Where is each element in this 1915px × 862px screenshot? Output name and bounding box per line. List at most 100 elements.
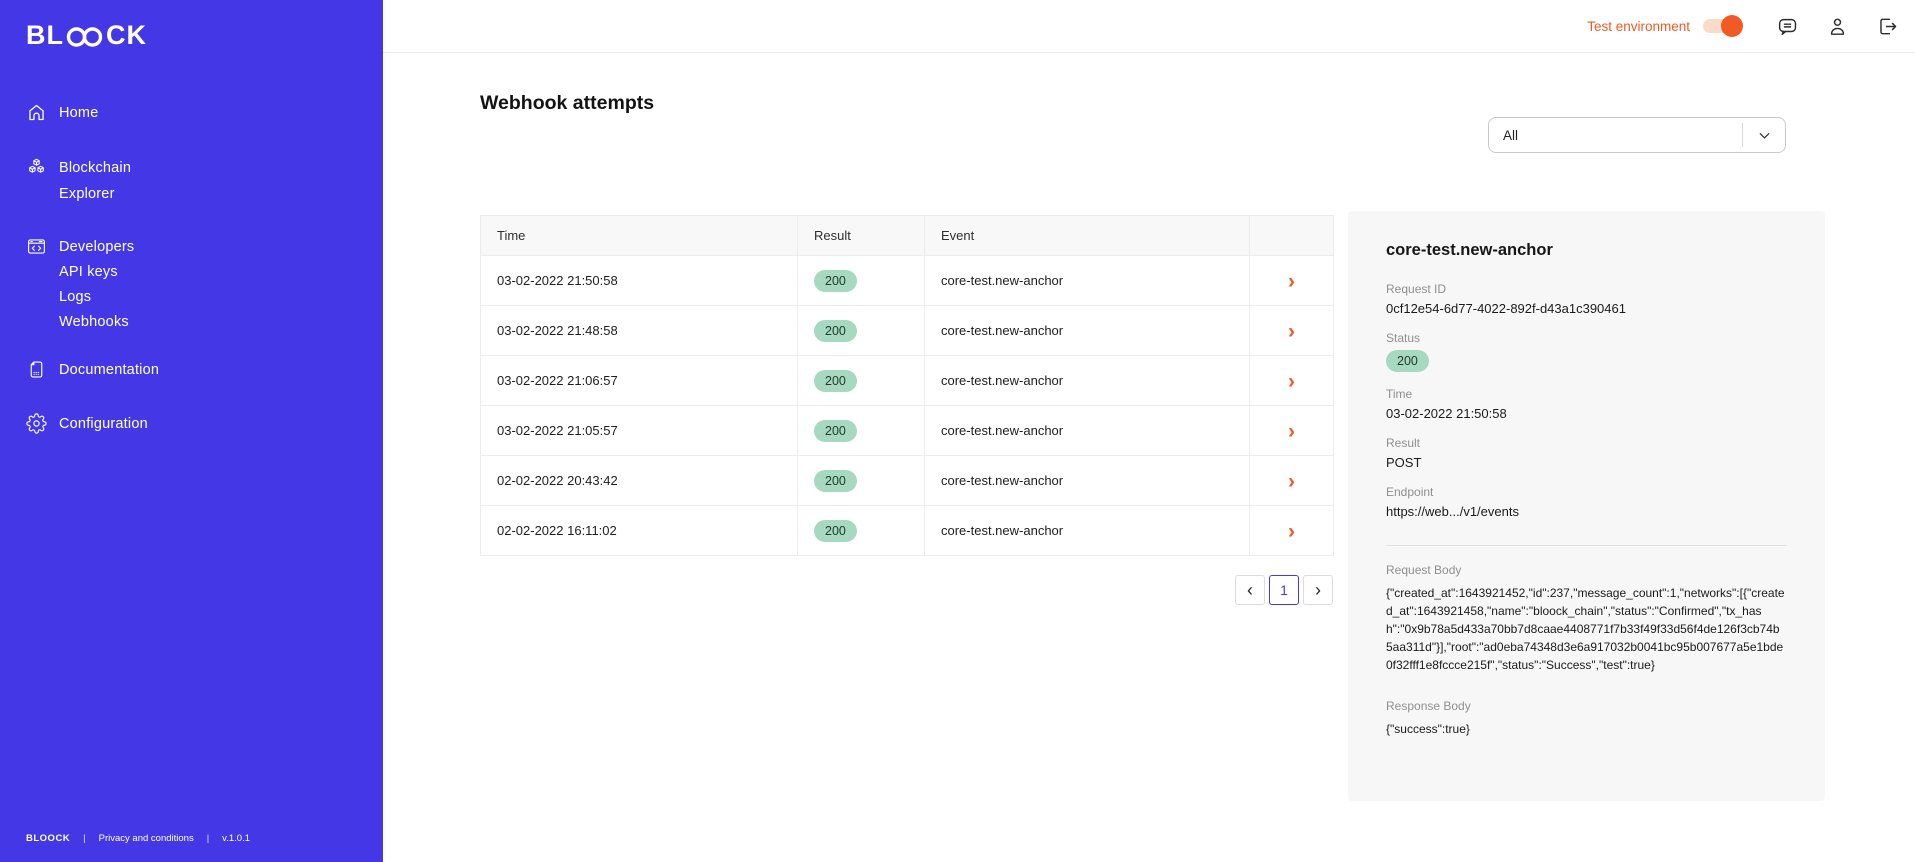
- table-row[interactable]: 02-02-2022 16:11:02 200 core-test.new-an…: [480, 505, 1334, 556]
- field-label: Request Body: [1386, 563, 1462, 577]
- result-cell: 200: [797, 305, 925, 356]
- time-field: Time 03-02-2022 21:50:58: [1386, 387, 1787, 421]
- next-page-button[interactable]: ›: [1303, 575, 1333, 605]
- sidebar-item-label: Configuration: [59, 416, 148, 432]
- sidebar-item-label: Documentation: [59, 362, 160, 378]
- field-label: Time: [1386, 387, 1413, 401]
- row-open-chevron-icon[interactable]: ›: [1288, 321, 1295, 342]
- request-id-value: 0cf12e54-6d77-4022-892f-d43a1c390461: [1386, 301, 1626, 316]
- request-body-value: {"created_at":1643921452,"id":237,"messa…: [1386, 586, 1785, 672]
- documentation-icon: [30, 361, 43, 378]
- event-cell: core-test.new-anchor: [924, 255, 1250, 306]
- result-field: Result POST: [1386, 436, 1787, 470]
- event-cell: core-test.new-anchor: [924, 305, 1250, 356]
- table-row[interactable]: 02-02-2022 20:43:42 200 core-test.new-an…: [480, 455, 1334, 506]
- panel-divider: [1386, 545, 1787, 546]
- footer-brand: BLOOCK: [26, 833, 71, 844]
- status-badge: 200: [814, 319, 857, 342]
- event-filter-select[interactable]: All: [1488, 117, 1786, 153]
- sidebar: BL CK Home Blockchain Explorer Developer…: [0, 0, 383, 862]
- gear-icon: [26, 413, 47, 434]
- sidebar-item-label: Home: [59, 105, 99, 121]
- app-version: v.1.0.1: [222, 833, 250, 844]
- time-cell: 02-02-2022 16:11:02: [480, 505, 798, 556]
- chevron-down-icon: [1759, 132, 1769, 139]
- field-label: Result: [1386, 436, 1421, 450]
- sidebar-item-label: Blockchain Explorer: [59, 160, 132, 202]
- sidebar-item-api-keys[interactable]: API keys: [59, 260, 367, 285]
- field-label: Status: [1386, 331, 1421, 345]
- status-badge: 200: [814, 469, 857, 492]
- logout-icon[interactable]: [1876, 15, 1899, 38]
- status-badge: 200: [814, 419, 857, 442]
- status-badge: 200: [814, 269, 857, 292]
- row-open-chevron-icon[interactable]: ›: [1288, 271, 1295, 292]
- topbar: Test environment: [383, 0, 1915, 53]
- time-cell: 03-02-2022 21:05:57: [480, 405, 798, 456]
- sidebar-item-logs[interactable]: Logs: [59, 285, 367, 310]
- response-body-value: {"success":true}: [1386, 722, 1470, 736]
- table-row[interactable]: 03-02-2022 21:50:58 200 core-test.new-an…: [480, 255, 1334, 306]
- sidebar-item-webhooks[interactable]: Webhooks: [59, 310, 367, 335]
- footer-separator: |: [83, 833, 86, 844]
- chat-icon[interactable]: [1776, 15, 1799, 38]
- request-body-section: Request Body {"created_at":1643921452,"i…: [1386, 563, 1787, 674]
- developers-submenu: API keys Logs Webhooks: [59, 260, 367, 335]
- detail-title: core-test.new-anchor: [1386, 241, 1553, 259]
- previous-page-button[interactable]: ‹: [1235, 575, 1265, 605]
- sidebar-item-blockchain-explorer[interactable]: Blockchain Explorer: [26, 155, 367, 207]
- environment-switch-group: Test environment: [1587, 15, 1743, 37]
- event-cell: core-test.new-anchor: [924, 355, 1250, 406]
- endpoint-value: https://web.../v1/events: [1386, 504, 1519, 519]
- event-cell: core-test.new-anchor: [924, 405, 1250, 456]
- status-badge: 200: [814, 519, 857, 542]
- environment-label: Test environment: [1587, 18, 1690, 34]
- sidebar-item-documentation[interactable]: Documentation: [26, 357, 367, 383]
- request-id-field: Request ID 0cf12e54-6d77-4022-892f-d43a1…: [1386, 282, 1787, 316]
- webhook-attempts-table: Time Result Event 03-02-2022 21:50:58 20…: [480, 215, 1334, 556]
- logo-text-prefix: BL: [26, 20, 64, 50]
- logo-infinity-icon: [66, 27, 103, 47]
- logo-text-suffix: CK: [106, 20, 147, 50]
- sidebar-footer: BLOOCK | Privacy and conditions | v.1.0.…: [26, 833, 250, 844]
- developers-icon: [28, 239, 45, 254]
- row-open-chevron-icon[interactable]: ›: [1288, 471, 1295, 492]
- column-header-action: [1249, 215, 1334, 256]
- environment-toggle[interactable]: [1703, 15, 1743, 37]
- webhook-detail-panel: core-test.new-anchor Request ID 0cf12e54…: [1348, 211, 1825, 801]
- sidebar-group-developers: Developers API keys Logs Webhooks: [26, 234, 367, 335]
- table-row[interactable]: 03-02-2022 21:48:58 200 core-test.new-an…: [480, 305, 1334, 356]
- table-row[interactable]: 03-02-2022 21:06:57 200 core-test.new-an…: [480, 355, 1334, 406]
- time-value: 03-02-2022 21:50:58: [1386, 406, 1507, 421]
- time-cell: 03-02-2022 21:06:57: [480, 355, 798, 406]
- page-number-button[interactable]: 1: [1269, 575, 1299, 605]
- column-header-time: Time: [480, 215, 798, 256]
- sidebar-item-label: Developers: [59, 239, 135, 255]
- toggle-knob: [1721, 15, 1743, 37]
- bloock-logo[interactable]: BL CK: [26, 20, 147, 51]
- sidebar-item-home[interactable]: Home: [26, 100, 367, 126]
- result-value: POST: [1386, 455, 1422, 470]
- sidebar-item-configuration[interactable]: Configuration: [26, 411, 367, 437]
- time-cell: 03-02-2022 21:48:58: [480, 305, 798, 356]
- footer-separator: |: [206, 833, 210, 844]
- status-field: Status 200: [1386, 331, 1787, 372]
- table-header-row: Time Result Event: [480, 215, 1334, 256]
- field-label: Response Body: [1386, 699, 1471, 713]
- page-title: Webhook attempts: [480, 92, 655, 114]
- row-open-chevron-icon[interactable]: ›: [1288, 371, 1295, 392]
- privacy-and-conditions-link[interactable]: Privacy and conditions: [99, 833, 194, 844]
- field-label: Request ID: [1386, 282, 1447, 296]
- status-badge: 200: [1386, 350, 1429, 372]
- sidebar-item-developers[interactable]: Developers: [26, 234, 367, 260]
- time-cell: 02-02-2022 20:43:42: [480, 455, 798, 506]
- user-icon[interactable]: [1826, 15, 1849, 38]
- table-row[interactable]: 03-02-2022 21:05:57 200 core-test.new-an…: [480, 405, 1334, 456]
- pagination: ‹ 1 ›: [1235, 575, 1333, 605]
- row-open-chevron-icon[interactable]: ›: [1288, 521, 1295, 542]
- event-cell: core-test.new-anchor: [924, 505, 1250, 556]
- row-open-chevron-icon[interactable]: ›: [1288, 421, 1295, 442]
- result-cell: 200: [797, 455, 925, 506]
- column-header-event: Event: [924, 215, 1250, 256]
- event-filter-value: All: [1503, 127, 1519, 143]
